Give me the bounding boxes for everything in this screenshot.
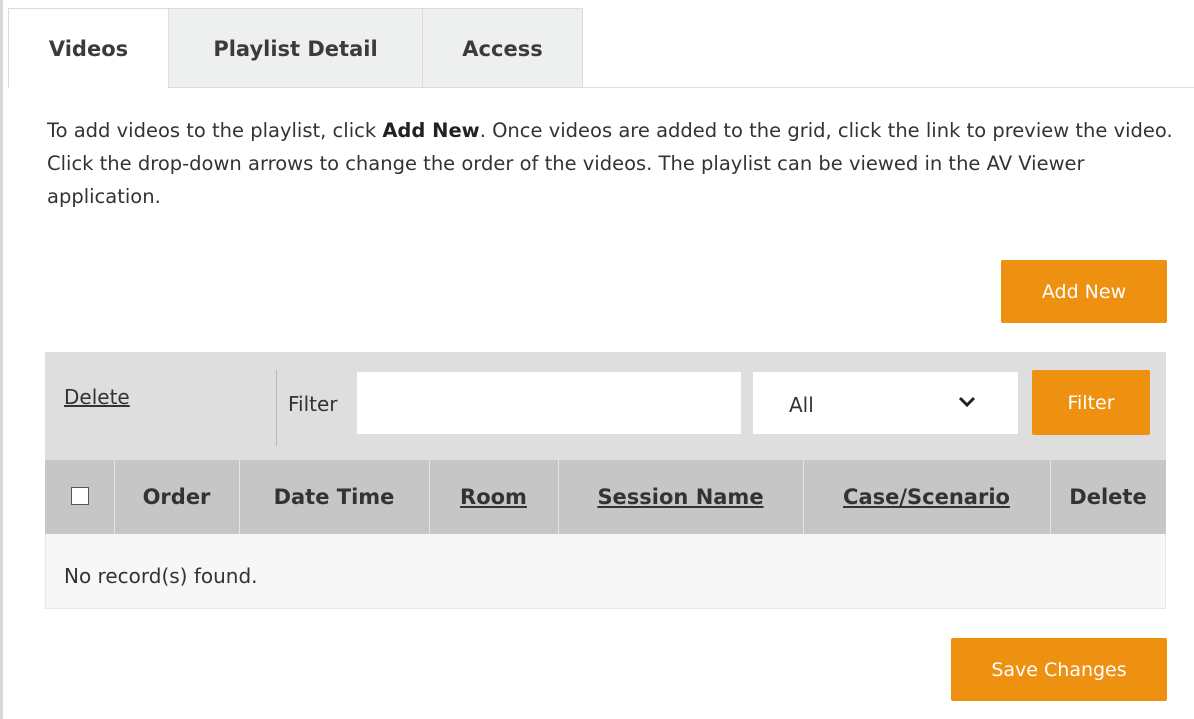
column-header-order: Order xyxy=(142,485,211,509)
filter-button[interactable]: Filter xyxy=(1032,370,1150,435)
tab-bar-divider xyxy=(574,87,1194,88)
instructions-text: To add videos to the playlist, click Add… xyxy=(47,114,1177,213)
tab-playlist-detail[interactable]: Playlist Detail xyxy=(168,8,423,88)
column-header-room[interactable]: Room xyxy=(429,460,558,534)
chevron-down-icon xyxy=(958,396,976,408)
empty-grid-message: No record(s) found. xyxy=(64,564,258,588)
select-all-checkbox[interactable] xyxy=(71,487,89,505)
tab-access[interactable]: Access xyxy=(422,8,583,88)
filter-scope-select[interactable]: All xyxy=(753,372,1018,434)
tab-bar: Videos Playlist Detail Access xyxy=(8,8,1194,89)
column-header-date-time: Date Time xyxy=(273,485,395,509)
save-changes-button[interactable]: Save Changes xyxy=(951,638,1167,701)
instructions-add-new-emphasis: Add New xyxy=(382,119,480,142)
instructions-text-start: To add videos to the playlist, click xyxy=(47,119,383,142)
column-header-case-scenario[interactable]: Case/Scenario xyxy=(803,460,1050,534)
add-new-button[interactable]: Add New xyxy=(1001,260,1167,323)
filter-input[interactable] xyxy=(357,372,741,434)
toolbar-divider xyxy=(276,370,277,446)
delete-selected-link[interactable]: Delete xyxy=(64,385,130,409)
filter-label: Filter xyxy=(288,392,338,416)
tab-videos[interactable]: Videos xyxy=(8,8,169,89)
column-header-session-name[interactable]: Session Name xyxy=(558,460,803,534)
window-left-border xyxy=(0,0,3,719)
filter-scope-value: All xyxy=(789,393,814,417)
column-header-delete: Delete xyxy=(1069,485,1147,509)
